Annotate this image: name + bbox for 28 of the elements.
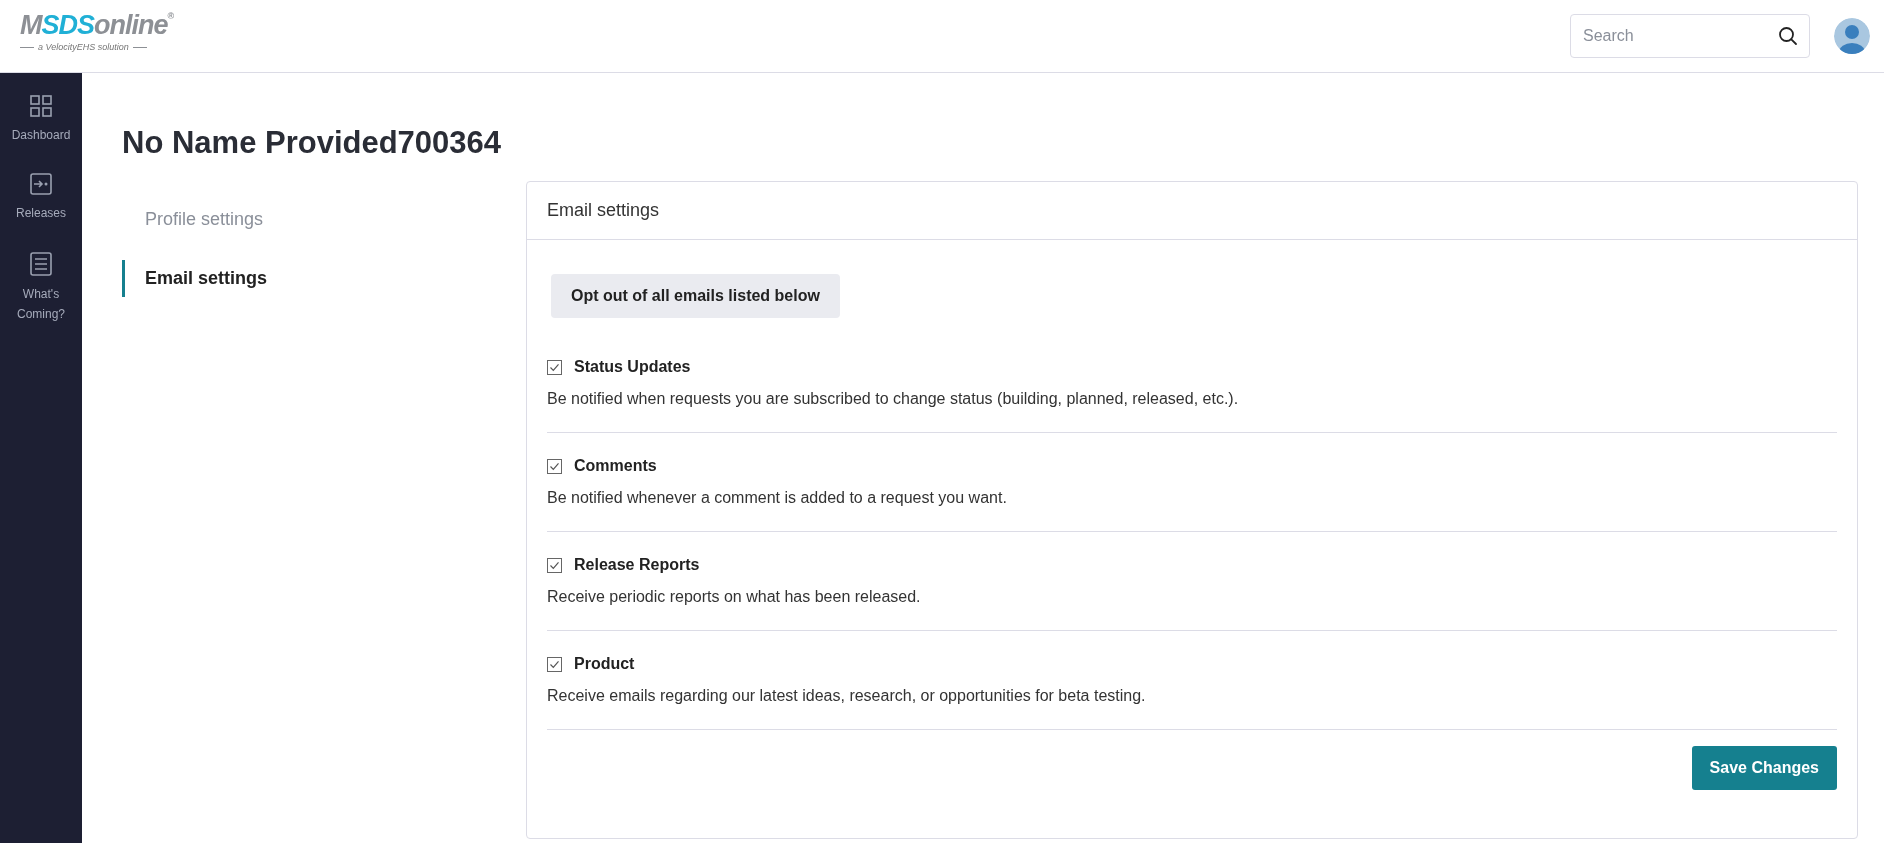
- option-label: Status Updates: [574, 358, 691, 376]
- option-label: Comments: [574, 457, 657, 475]
- option-label: Release Reports: [574, 556, 700, 574]
- list-icon[interactable]: [30, 251, 52, 276]
- checkbox[interactable]: [547, 557, 562, 573]
- logo-tagline: a VelocityEHS solution: [38, 42, 129, 52]
- page-title: No Name Provided700364: [122, 125, 503, 161]
- sidebar-item[interactable]: Dashboard: [8, 125, 74, 146]
- arrow-into-box-icon[interactable]: [30, 173, 52, 196]
- checkbox[interactable]: [547, 359, 562, 375]
- sidebar-item[interactable]: What's Coming?: [8, 283, 74, 325]
- search-field[interactable]: Search: [1570, 14, 1810, 58]
- option-label: Product: [574, 655, 635, 673]
- panel-title: Email settings: [547, 200, 660, 221]
- option-description: Be notified whenever a comment is added to a request you want.: [547, 489, 1008, 507]
- save-changes-button[interactable]: Save Changes: [1691, 746, 1837, 790]
- checkbox[interactable]: [547, 656, 562, 672]
- sidebar-item[interactable]: Releases: [8, 203, 74, 224]
- opt-out-button[interactable]: Opt out of all emails listed below: [551, 274, 840, 318]
- logo-wordmark: MSDSonline$^{®}$: [20, 12, 174, 39]
- option-description: Be notified when requests you are subscribed to change status (building, planned, released, etc.).: [547, 390, 1240, 408]
- settings-nav-item[interactable]: Email settings: [122, 260, 472, 297]
- user-avatar-icon[interactable]: [1834, 18, 1870, 54]
- option-description: Receive emails regarding our latest ideas, research, or opportunities for beta testing.: [547, 687, 1147, 705]
- checkbox[interactable]: [547, 458, 562, 474]
- option-description: Receive periodic reports on what has been released.: [547, 588, 922, 606]
- grid-icon[interactable]: [30, 95, 52, 117]
- search-icon[interactable]: [1778, 26, 1798, 46]
